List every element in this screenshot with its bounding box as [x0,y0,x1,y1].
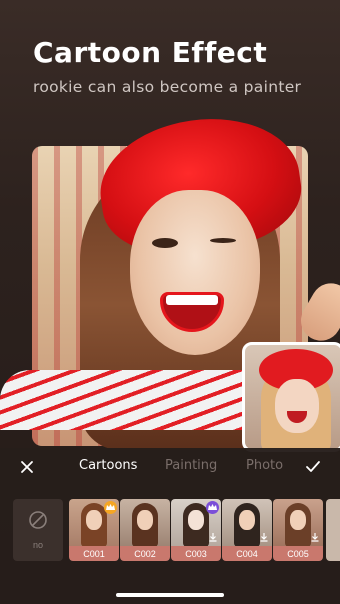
photo-face [275,379,319,433]
tab-cartoons[interactable]: Cartoons [79,458,137,473]
cartoon-eye-left [152,238,178,248]
filter-label: C003 [171,546,221,561]
filter-c001[interactable]: C001 [69,499,119,561]
thumb-face [188,510,204,530]
download-icon [311,533,319,542]
close-icon [21,461,33,473]
filter-label: C004 [222,546,272,561]
crown-icon [206,501,219,514]
cartoon-teeth [166,295,218,305]
close-button[interactable] [16,456,38,478]
original-photo-thumbnail[interactable] [242,342,340,452]
home-indicator [116,593,224,597]
filter-c002[interactable]: C002 [120,499,170,561]
filter-none-label: no [32,540,43,550]
thumb-face [137,510,153,530]
filter-c003[interactable]: C003 [171,499,221,561]
tab-painting[interactable]: Painting [165,458,217,473]
confirm-button[interactable] [302,456,324,478]
filter-label: C005 [273,546,323,561]
filter-next-partial[interactable] [326,499,340,561]
filter-c004[interactable]: C004 [222,499,272,561]
app-screen: Cartoon Effect rookie can also become a … [0,0,340,604]
no-filter-icon [29,511,47,529]
filter-c005[interactable]: C005 [273,499,323,561]
cartoon-eye-right [210,238,236,243]
page-title: Cartoon Effect [33,36,268,69]
filter-label: C002 [120,546,170,561]
tab-photo[interactable]: Photo [246,458,283,473]
filter-label: C001 [69,546,119,561]
page-subtitle: rookie can also become a painter [33,78,302,96]
filter-none[interactable]: no [13,499,63,561]
crown-icon [104,501,117,514]
thumb-face [290,510,306,530]
filter-thumb [120,499,170,547]
thumb-face [239,510,255,530]
download-icon [260,533,268,542]
thumb-face [86,510,102,530]
download-icon [209,533,217,542]
checkmark-icon [306,461,320,472]
